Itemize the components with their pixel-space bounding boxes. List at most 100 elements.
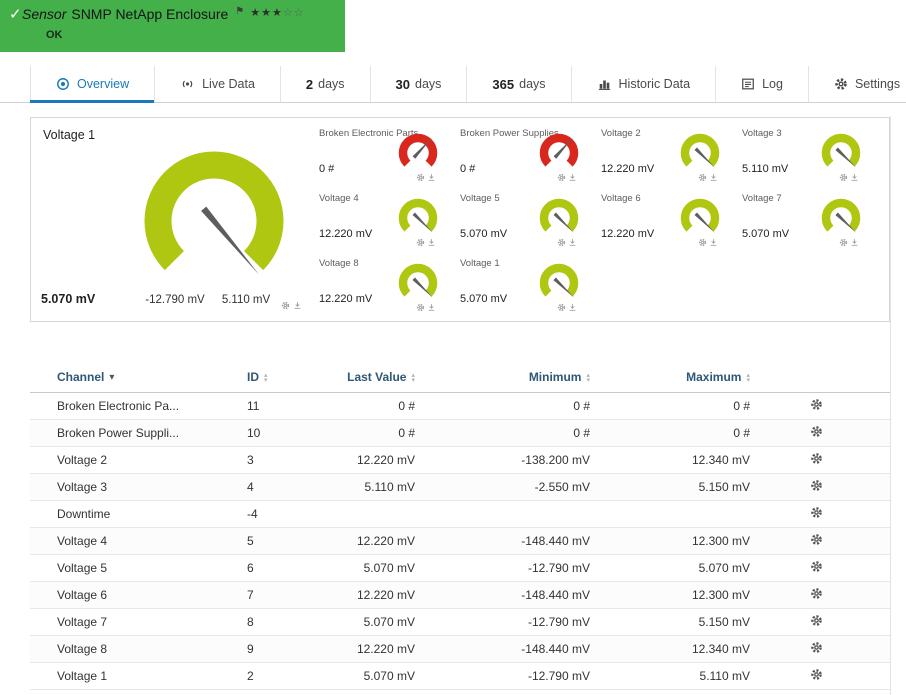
- channel-name-cell: Voltage 2: [30, 446, 220, 474]
- flag-icon[interactable]: ⚑: [235, 6, 244, 17]
- gauge-download-icon[interactable]: [427, 173, 436, 182]
- column-header-last-value[interactable]: Last Value ▴ ▾: [330, 362, 445, 393]
- sort-toggle-icon[interactable]: ▴ ▾: [411, 372, 415, 383]
- channel-settings-icon[interactable]: [810, 479, 823, 492]
- channel-settings-icon[interactable]: [810, 641, 823, 654]
- column-header-maximum[interactable]: Maximum ▴ ▾: [620, 362, 780, 393]
- channel-settings-icon[interactable]: [810, 452, 823, 465]
- channel-settings-icon[interactable]: [810, 614, 823, 627]
- column-header-minimum[interactable]: Minimum ▴ ▾: [445, 362, 620, 393]
- gauge-settings-icon[interactable]: [416, 303, 425, 312]
- gauge-dial[interactable]: [677, 195, 723, 241]
- gauge-download-icon[interactable]: [850, 238, 859, 247]
- gauge-download-icon[interactable]: [568, 173, 577, 182]
- gauge-actions: [416, 238, 436, 247]
- gauge-dial[interactable]: [536, 130, 582, 176]
- channel-settings-icon[interactable]: [810, 533, 823, 546]
- channel-minimum-cell: -2.550 mV: [445, 473, 620, 501]
- star-empty-icon[interactable]: ☆: [294, 7, 305, 19]
- tab-label: days: [519, 77, 546, 91]
- gauge-dial[interactable]: [395, 260, 441, 306]
- channel-settings-icon[interactable]: [810, 425, 823, 438]
- gauge-dial[interactable]: [536, 195, 582, 241]
- tab-log[interactable]: Log: [715, 66, 808, 102]
- channel-id-cell: -4: [220, 500, 330, 528]
- gauge-settings-icon[interactable]: [839, 173, 848, 182]
- channel-actions-cell: [780, 392, 890, 420]
- gauge-cell: Voltage 1 5.070 mV: [460, 256, 601, 321]
- channel-settings-icon[interactable]: [810, 587, 823, 600]
- gauge-settings-icon[interactable]: [416, 238, 425, 247]
- channel-actions-cell: [780, 419, 890, 447]
- primary-gauge-name: Voltage 1: [43, 128, 96, 142]
- tab-overview[interactable]: Overview: [30, 66, 155, 103]
- gauge-download-icon[interactable]: [427, 303, 436, 312]
- gauge-settings-icon[interactable]: [557, 303, 566, 312]
- tab-365-days[interactable]: 365 days: [466, 66, 570, 102]
- star-filled-icon[interactable]: ★: [261, 7, 272, 19]
- sort-desc-icon[interactable]: ▾: [109, 372, 114, 383]
- gauge-download-icon[interactable]: [568, 303, 577, 312]
- gauge-dial[interactable]: [536, 260, 582, 306]
- channel-settings-icon[interactable]: [810, 398, 823, 411]
- gauge-grid: Broken Electronic Parts 0 # Broken Power…: [319, 126, 885, 321]
- channel-row[interactable]: Voltage 3 4 5.110 mV -2.550 mV 5.150 mV: [30, 473, 890, 501]
- gauge-dial[interactable]: [395, 130, 441, 176]
- column-header-channel[interactable]: Channel ▾: [30, 362, 220, 393]
- gauge-dial[interactable]: [677, 130, 723, 176]
- channel-row[interactable]: Voltage 2 3 12.220 mV -138.200 mV 12.340…: [30, 446, 890, 474]
- primary-gauge-min: -12.790 mV: [145, 294, 205, 306]
- gauge-settings-icon[interactable]: [839, 238, 848, 247]
- gauge-settings-icon[interactable]: [557, 173, 566, 182]
- star-empty-icon[interactable]: ☆: [283, 7, 294, 19]
- gauge-settings-icon[interactable]: [557, 238, 566, 247]
- tab-historic-data[interactable]: Historic Data: [570, 66, 716, 102]
- channel-settings-icon[interactable]: [810, 668, 823, 681]
- sort-toggle-icon[interactable]: ▴ ▾: [586, 372, 590, 383]
- tab-2-days[interactable]: 2 days: [279, 66, 370, 102]
- primary-gauge-dial[interactable]: [129, 136, 299, 306]
- gauge-settings-icon[interactable]: [698, 238, 707, 247]
- gauge-settings-icon[interactable]: [698, 173, 707, 182]
- gauge-download-icon[interactable]: [568, 238, 577, 247]
- channel-row[interactable]: Voltage 8 9 12.220 mV -148.440 mV 12.340…: [30, 635, 890, 663]
- gauge-settings-icon[interactable]: [281, 301, 290, 310]
- column-header-id[interactable]: ID ▴ ▾: [220, 362, 330, 393]
- tab-30-days[interactable]: 30 days: [369, 66, 467, 102]
- gauge-actions: [557, 238, 577, 247]
- tab-settings[interactable]: Settings: [807, 66, 906, 102]
- gauge-download-icon[interactable]: [850, 173, 859, 182]
- tab-label: Historic Data: [618, 77, 691, 91]
- channel-row[interactable]: Voltage 6 7 12.220 mV -148.440 mV 12.300…: [30, 581, 890, 609]
- gauge-cell: Voltage 4 12.220 mV: [319, 191, 460, 256]
- gauge-dial[interactable]: [818, 195, 864, 241]
- channel-row[interactable]: Voltage 7 8 5.070 mV -12.790 mV 5.150 mV: [30, 608, 890, 636]
- gauge-download-icon[interactable]: [427, 238, 436, 247]
- gauge-actions: [416, 303, 436, 312]
- channel-settings-icon[interactable]: [810, 560, 823, 573]
- gauge-dial[interactable]: [395, 195, 441, 241]
- gauge-panel: Voltage 1 5.070 mV -12.790 mV 5.110 mV B…: [30, 117, 890, 322]
- tab-live-data[interactable]: Live Data: [154, 66, 280, 102]
- channel-row[interactable]: Broken Power Suppli... 10 0 # 0 # 0 #: [30, 419, 890, 447]
- gauge-download-icon[interactable]: [293, 301, 302, 310]
- channel-minimum-cell: -138.200 mV: [445, 446, 620, 474]
- star-filled-icon[interactable]: ★: [250, 7, 261, 19]
- gauge-download-icon[interactable]: [709, 238, 718, 247]
- channel-row[interactable]: Broken Electronic Pa... 11 0 # 0 # 0 #: [30, 392, 890, 420]
- channel-minimum-cell: 0 #: [445, 419, 620, 447]
- gauge-download-icon[interactable]: [709, 173, 718, 182]
- sort-toggle-icon[interactable]: ▴ ▾: [264, 372, 268, 383]
- channel-settings-icon[interactable]: [810, 506, 823, 519]
- channel-row[interactable]: Voltage 1 2 5.070 mV -12.790 mV 5.110 mV: [30, 662, 890, 690]
- channel-row[interactable]: Downtime -4: [30, 500, 890, 528]
- star-filled-icon[interactable]: ★: [272, 7, 283, 19]
- gauge-cell: Broken Electronic Parts 0 #: [319, 126, 460, 191]
- gauge-dial[interactable]: [818, 130, 864, 176]
- sort-toggle-icon[interactable]: ▴ ▾: [746, 372, 750, 383]
- channel-row[interactable]: Voltage 5 6 5.070 mV -12.790 mV 5.070 mV: [30, 554, 890, 582]
- channel-actions-cell: [780, 473, 890, 501]
- gauge-settings-icon[interactable]: [416, 173, 425, 182]
- channel-row[interactable]: Voltage 4 5 12.220 mV -148.440 mV 12.300…: [30, 527, 890, 555]
- channel-actions-cell: [780, 446, 890, 474]
